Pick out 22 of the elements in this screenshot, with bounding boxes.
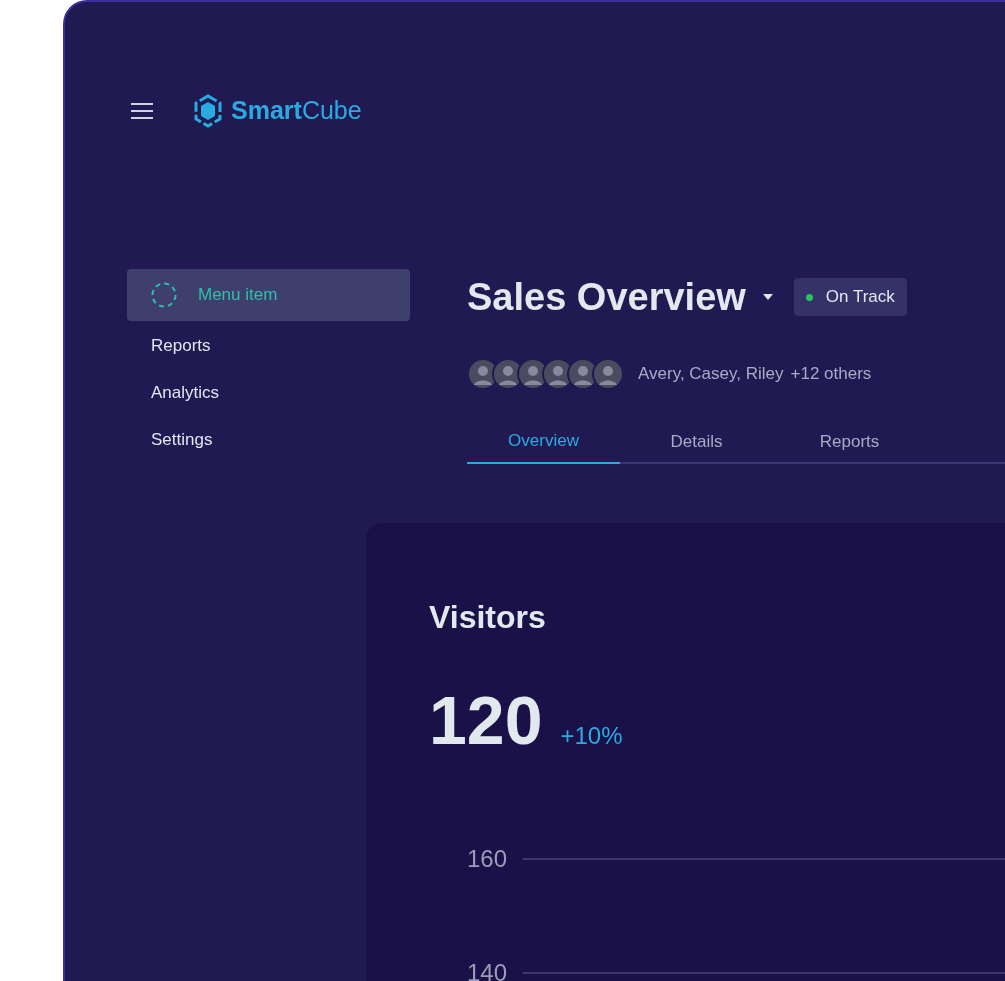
axis-label: 160 — [465, 843, 507, 874]
sidebar-item[interactable]: Menu item — [127, 268, 410, 321]
axis-label: 140 — [465, 957, 507, 981]
status-badge: On Track — [793, 278, 907, 316]
tab[interactable]: Details — [620, 419, 773, 464]
sidebar-item[interactable]: Reports — [127, 323, 410, 368]
others-count: +12 others — [790, 362, 872, 385]
sidebar-item[interactable]: Settings — [127, 417, 410, 462]
caret-icon[interactable] — [761, 293, 774, 301]
card-title: Visitors — [429, 597, 547, 637]
menu-icon[interactable] — [130, 101, 154, 120]
hexagon-logo-icon — [193, 93, 223, 128]
logo-text: SmartCube — [231, 95, 362, 126]
dashed-circle-icon — [151, 281, 177, 308]
tab[interactable]: Reports — [773, 419, 926, 464]
visitors-value: 120 — [429, 680, 543, 760]
tab[interactable]: Overview — [467, 419, 620, 464]
change-percentage: +10% — [560, 720, 623, 751]
avatar-icon — [592, 357, 624, 390]
sidebar-item[interactable]: Analytics — [127, 370, 410, 415]
member-names: Avery, Casey, Riley — [638, 362, 784, 385]
page-title: Sales Overview — [467, 274, 746, 320]
